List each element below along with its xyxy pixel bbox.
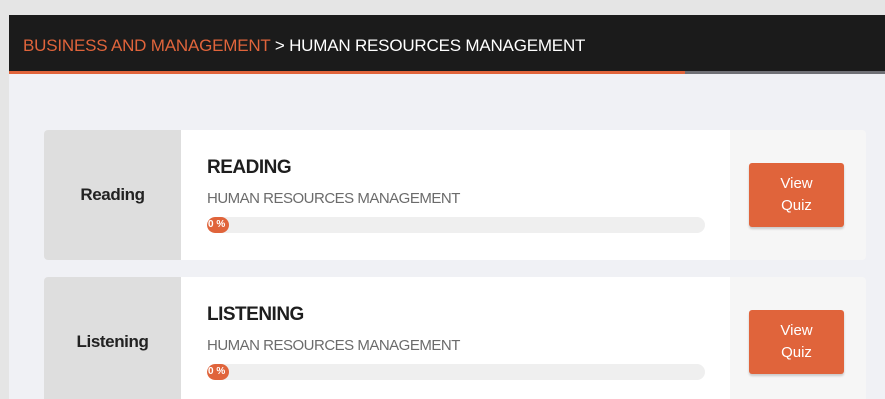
module-body: LISTENING HUMAN RESOURCES MANAGEMENT 0 % (181, 277, 730, 399)
module-title: LISTENING (207, 304, 304, 325)
breadcrumb-current: HUMAN RESOURCES MANAGEMENT (289, 36, 586, 55)
module-body: READING HUMAN RESOURCES MANAGEMENT 0 % (181, 130, 730, 260)
progress-fill: 0 % (207, 217, 229, 233)
view-quiz-label-line1: View (780, 322, 813, 339)
header-bar: BUSINESS AND MANAGEMENT > HUMAN RESOURCE… (9, 15, 885, 74)
module-card-listening: Listening LISTENING HUMAN RESOURCES MANA… (44, 277, 866, 399)
view-quiz-label-line2: Quiz (781, 197, 812, 214)
module-card-reading: Reading READING HUMAN RESOURCES MANAGEME… (44, 130, 866, 260)
progress-bar: 0 % (207, 217, 705, 233)
header-underline-accent (9, 71, 685, 74)
module-subtitle: HUMAN RESOURCES MANAGEMENT (207, 337, 460, 354)
breadcrumb: BUSINESS AND MANAGEMENT > HUMAN RESOURCE… (23, 36, 585, 56)
module-label-listening: Listening (44, 277, 181, 399)
view-quiz-label-line1: View (780, 175, 813, 192)
breadcrumb-separator: > (274, 36, 285, 55)
view-quiz-label-line2: Quiz (781, 344, 812, 361)
view-quiz-button[interactable]: View Quiz (749, 163, 844, 227)
module-title: READING (207, 157, 292, 178)
module-subtitle: HUMAN RESOURCES MANAGEMENT (207, 190, 460, 207)
module-label-reading: Reading (44, 130, 181, 260)
page-frame: BUSINESS AND MANAGEMENT > HUMAN RESOURCE… (9, 15, 885, 399)
view-quiz-button[interactable]: View Quiz (749, 310, 844, 374)
breadcrumb-parent-link[interactable]: BUSINESS AND MANAGEMENT (23, 36, 271, 55)
progress-fill: 0 % (207, 364, 229, 380)
progress-bar: 0 % (207, 364, 705, 380)
